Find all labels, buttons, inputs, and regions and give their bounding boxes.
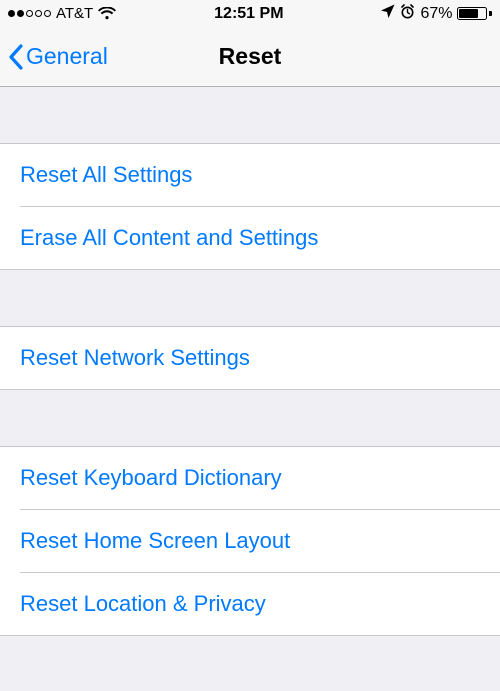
location-icon xyxy=(381,4,395,23)
chevron-left-icon xyxy=(8,44,24,70)
reset-keyboard-dictionary[interactable]: Reset Keyboard Dictionary xyxy=(0,447,500,509)
reset-home-screen-layout[interactable]: Reset Home Screen Layout xyxy=(0,510,500,572)
group-gap xyxy=(0,390,500,446)
reset-network-settings[interactable]: Reset Network Settings xyxy=(0,327,500,389)
group-1: Reset All Settings Erase All Content and… xyxy=(0,143,500,270)
status-right: 67% xyxy=(381,4,492,24)
back-button[interactable]: General xyxy=(8,43,108,70)
group-3: Reset Keyboard Dictionary Reset Home Scr… xyxy=(0,446,500,636)
status-bar: AT&T 12:51 PM 67% xyxy=(0,0,500,27)
reset-location-and-privacy[interactable]: Reset Location & Privacy xyxy=(0,573,500,635)
content: Reset All Settings Erase All Content and… xyxy=(0,87,500,636)
group-gap xyxy=(0,87,500,143)
status-left: AT&T xyxy=(8,5,116,22)
battery-pct: 67% xyxy=(420,5,452,23)
carrier-label: AT&T xyxy=(56,5,93,22)
erase-all-content-and-settings[interactable]: Erase All Content and Settings xyxy=(0,207,500,269)
group-2: Reset Network Settings xyxy=(0,326,500,390)
nav-bar: General Reset xyxy=(0,27,500,87)
status-time: 12:51 PM xyxy=(214,5,283,23)
alarm-icon xyxy=(400,4,415,24)
signal-strength-icon xyxy=(8,10,51,17)
battery-icon xyxy=(457,7,492,20)
reset-all-settings[interactable]: Reset All Settings xyxy=(0,144,500,206)
group-gap xyxy=(0,270,500,326)
back-label: General xyxy=(26,43,108,70)
wifi-icon xyxy=(98,7,116,20)
